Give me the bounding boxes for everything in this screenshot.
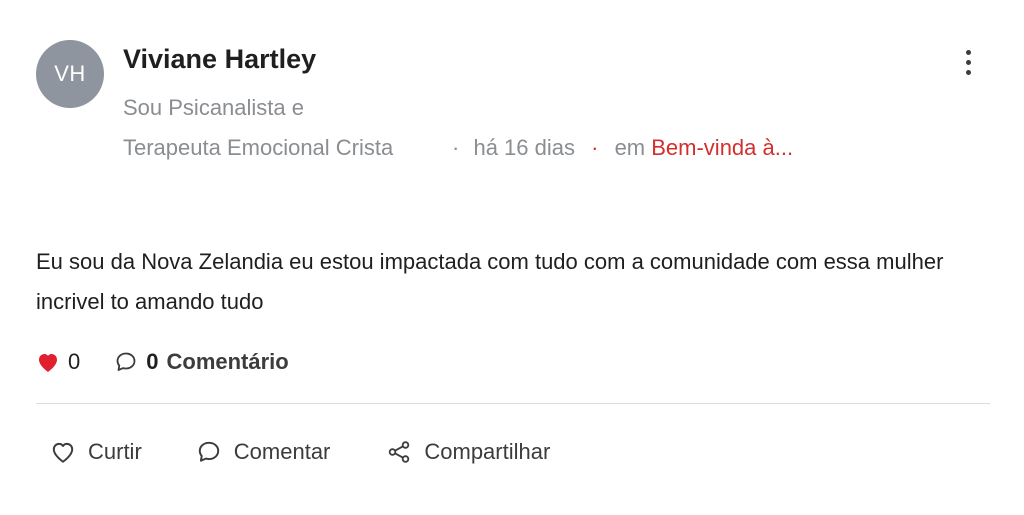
comment-bubble-icon [196,439,222,465]
comment-button[interactable]: Comentar [196,439,331,465]
avatar[interactable]: VH [36,40,104,108]
post-card: VH Viviane Hartley Sou Psicanalista e Te… [0,0,1024,515]
post-stats: 0 0 Comentário [36,344,289,380]
meta-separator: · [452,135,460,160]
likes-number: 0 [68,349,81,374]
avatar-initials: VH [54,61,86,86]
comments-count[interactable]: 0 Comentário [114,349,289,375]
heart-outline-icon [50,440,76,464]
post-content: Eu sou da Nova Zelandia eu estou impacta… [36,249,944,314]
more-vertical-icon [965,49,971,75]
share-icon [386,439,412,465]
divider [36,403,990,404]
heart-filled-icon [36,351,60,373]
in-label: em [614,135,646,160]
post-meta: · há 16 dias · em Bem-vinda à... [452,128,793,168]
post-time[interactable]: há 16 dias [473,135,575,160]
post-actions: Curtir Comentar Compartilhar [50,432,550,472]
comments-label: Comentário [166,349,289,374]
comment-label: Comentar [233,439,331,464]
comment-bubble-icon [114,350,138,374]
comments-number: 0 [146,349,159,374]
share-button[interactable]: Compartilhar [386,439,550,465]
like-button[interactable]: Curtir [50,439,142,465]
meta-separator: · [591,135,599,160]
group-link[interactable]: Bem-vinda à... [651,135,793,160]
author-bio: Sou Psicanalista e Terapeuta Emocional C… [123,95,394,160]
more-options-button[interactable] [950,44,986,80]
share-label: Compartilhar [424,439,551,464]
like-label: Curtir [88,439,142,464]
author-name[interactable]: Viviane Hartley [123,44,316,75]
likes-count[interactable]: 0 [36,349,80,375]
